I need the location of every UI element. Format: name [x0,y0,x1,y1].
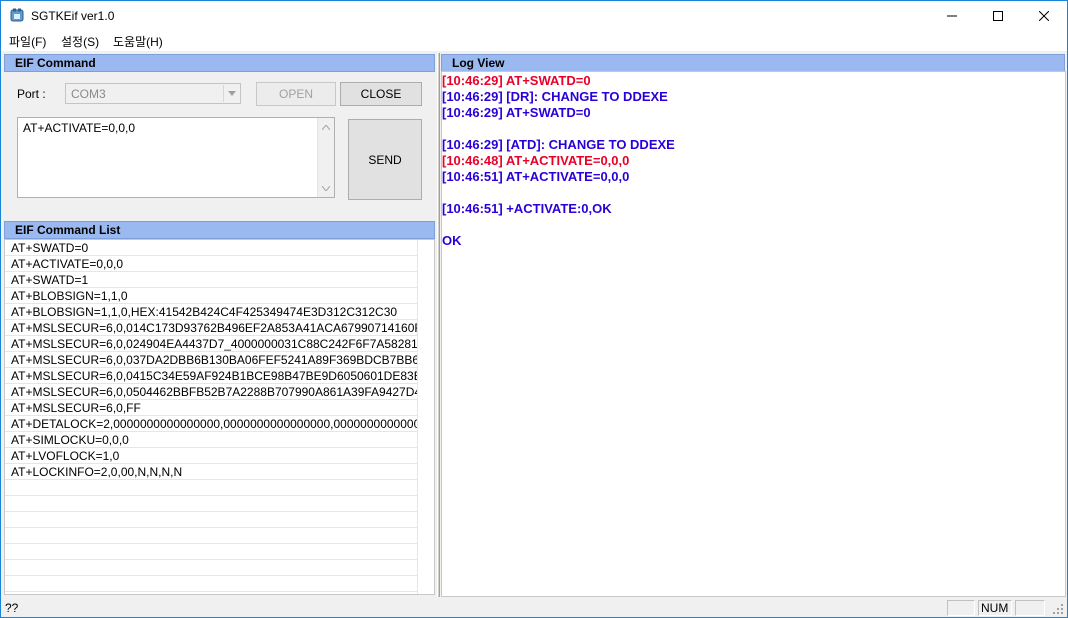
list-item[interactable] [5,560,417,576]
close-icon [1039,11,1049,21]
list-item[interactable] [5,480,417,496]
window-title: SGTKEif ver1.0 [31,9,115,23]
log-line: OK [442,233,462,248]
status-cell-caps [947,600,975,616]
close-window-button[interactable] [1021,1,1067,31]
menu-help[interactable]: 도움말(H) [113,33,163,50]
list-item[interactable]: AT+MSLSECUR=6,0,0504462BBFB52B7A2288B707… [5,384,417,400]
status-text: ?? [5,601,19,615]
status-bar: ?? NUM [1,598,1067,617]
list-item[interactable]: AT+LVOFLOCK=1,0 [5,448,417,464]
command-scrollbar[interactable] [317,118,334,197]
status-num: NUM [978,600,1012,616]
list-item[interactable]: AT+BLOBSIGN=1,1,0 [5,288,417,304]
list-item[interactable]: AT+ACTIVATE=0,0,0 [5,256,417,272]
list-item[interactable]: AT+MSLSECUR=6,0,FF [5,400,417,416]
menu-bar: 파일(F) 설정(S) 도움말(H) [1,31,1067,51]
list-item[interactable]: AT+MSLSECUR=6,0,014C173D93762B496EF2A853… [5,320,417,336]
splitter[interactable] [437,53,440,597]
log-line: [10:46:51] AT+ACTIVATE=0,0,0 [442,169,630,184]
eif-command-header: EIF Command [4,54,435,72]
list-item[interactable]: AT+MSLSECUR=6,0,037DA2DBB6B130BA06FEF524… [5,352,417,368]
command-list-header: EIF Command List [4,221,435,239]
resize-grip-icon[interactable] [1051,602,1064,615]
log-view[interactable]: [10:46:29] AT+SWATD=0 [10:46:29] [DR]: CH… [441,71,1066,597]
log-line: [10:46:29] [ATD]: CHANGE TO DDEXE [442,137,675,152]
minimize-button[interactable] [929,1,975,31]
status-cell-scroll [1015,600,1045,616]
log-line: [10:46:51] +ACTIVATE:0,OK [442,201,612,216]
list-item[interactable]: AT+LOCKINFO=2,0,00,N,N,N,N [5,464,417,480]
send-button[interactable]: SEND [348,119,422,200]
dropdown-arrow-icon [223,85,239,102]
list-item[interactable]: AT+BLOBSIGN=1,1,0,HEX:41542B424C4F425349… [5,304,417,320]
list-item[interactable] [5,496,417,512]
log-view-header: Log View [441,54,1065,72]
maximize-icon [993,11,1003,21]
list-item[interactable]: AT+MSLSECUR=6,0,0415C34E59AF924B1BCE98B4… [5,368,417,384]
log-line: [10:46:29] AT+SWATD=0 [442,105,591,120]
list-item[interactable]: AT+SWATD=1 [5,272,417,288]
list-item[interactable] [5,576,417,592]
port-label: Port : [17,87,46,101]
app-icon [10,8,24,22]
list-item[interactable]: AT+MSLSECUR=6,0,024904EA4437D7_400000003… [5,336,417,352]
command-text[interactable]: AT+ACTIVATE=0,0,0 [23,121,135,135]
maximize-button[interactable] [975,1,1021,31]
log-line: [10:46:48] AT+ACTIVATE=0,0,0 [442,153,630,168]
scroll-down-icon[interactable] [318,180,334,196]
close-port-button[interactable]: CLOSE [340,82,422,106]
list-item[interactable] [5,528,417,544]
command-list[interactable]: AT+SWATD=0 AT+ACTIVATE=0,0,0 AT+SWATD=1 AT+… [4,239,435,595]
column-divider [417,240,418,594]
list-item[interactable]: AT+SIMLOCKU=0,0,0 [5,432,417,448]
port-value: COM3 [71,87,106,101]
minimize-icon [947,15,957,17]
port-select: COM3 [65,83,241,104]
scroll-up-icon[interactable] [318,119,334,135]
command-input[interactable]: AT+ACTIVATE=0,0,0 [17,117,335,198]
app-window: SGTKEif ver1.0 파일(F) 설정(S) 도움말(H) EIF Co… [0,0,1068,618]
log-line: [10:46:29] [DR]: CHANGE TO DDEXE [442,89,668,104]
title-bar[interactable]: SGTKEif ver1.0 [1,1,1067,31]
open-button: OPEN [256,82,336,106]
menu-settings[interactable]: 설정(S) [61,33,99,50]
list-item[interactable]: AT+SWATD=0 [5,240,417,256]
menu-file[interactable]: 파일(F) [9,33,46,50]
list-item[interactable]: AT+DETALOCK=2,0000000000000000,000000000… [5,416,417,432]
log-line: [10:46:29] AT+SWATD=0 [442,73,591,88]
list-item[interactable] [5,544,417,560]
list-item[interactable] [5,512,417,528]
